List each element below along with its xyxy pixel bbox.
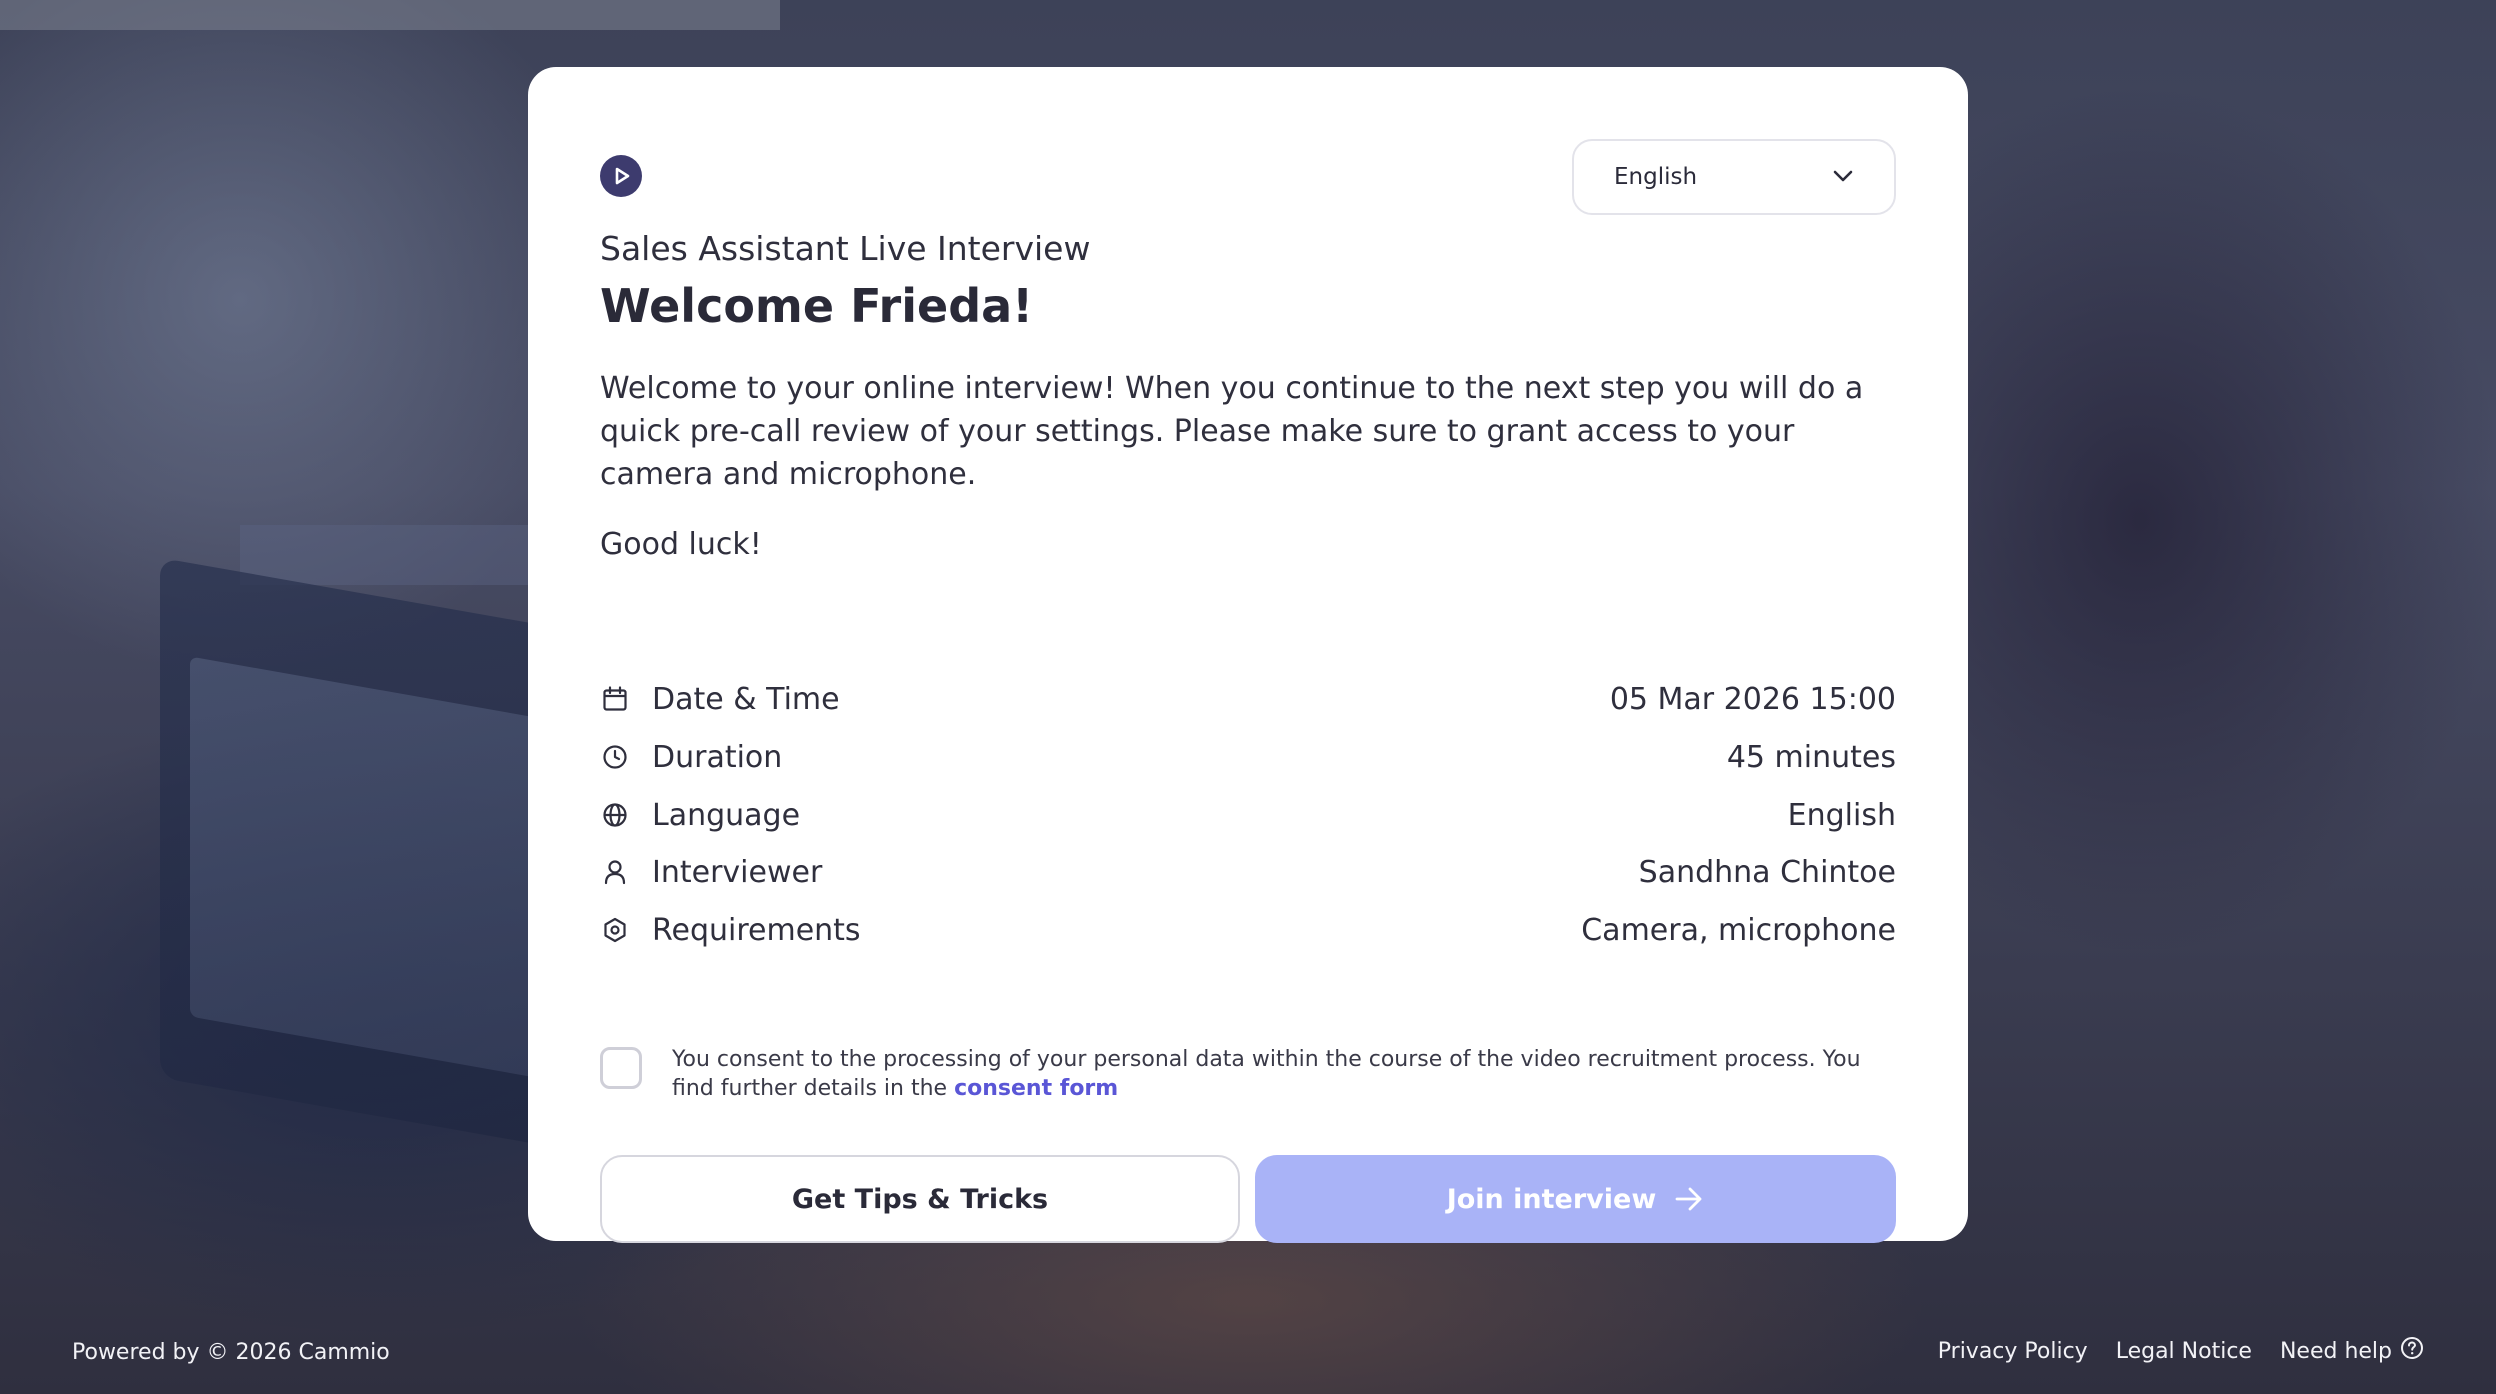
intro-text: Welcome to your online interview! When y…: [600, 371, 1864, 492]
arrow-right-icon: [1674, 1186, 1704, 1212]
footer-links: Privacy Policy Legal Notice Need help: [1938, 1336, 2424, 1366]
consent-checkbox[interactable]: [600, 1047, 642, 1089]
need-help-link[interactable]: Need help: [2280, 1336, 2424, 1366]
consent-text: You consent to the processing of your pe…: [672, 1045, 1872, 1103]
powered-by-text: Powered by © 2026 Cammio: [72, 1340, 390, 1365]
join-interview-button[interactable]: Join interview: [1255, 1155, 1896, 1243]
privacy-policy-link[interactable]: Privacy Policy: [1938, 1339, 2088, 1364]
chevron-down-icon: [1832, 168, 1854, 187]
globe-icon: [600, 800, 630, 830]
detail-value: 45 minutes: [1726, 739, 1896, 775]
need-help-label: Need help: [2279, 1338, 2392, 1364]
join-interview-button-label: Join interview: [1446, 1183, 1657, 1215]
legal-notice-link[interactable]: Legal Notice: [2116, 1339, 2252, 1364]
detail-row-language: Language English: [600, 793, 1896, 837]
background-laptop-screen: [190, 656, 570, 1084]
logo-play-icon: [600, 155, 642, 197]
page-title: Welcome Frieda!: [600, 279, 1034, 333]
good-luck-text: Good luck!: [600, 527, 762, 562]
detail-label: Duration: [652, 739, 783, 775]
language-select-value: English: [1614, 164, 1698, 190]
welcome-card: English Sales Assistant Live Interview W…: [528, 67, 1968, 1243]
detail-row-duration: Duration 45 minutes: [600, 735, 1896, 779]
hexagon-settings-icon: [600, 915, 630, 945]
detail-label: Requirements: [652, 912, 861, 948]
detail-row-date-time: Date & Time 05 Mar 2026 15:00: [600, 677, 1896, 721]
language-select[interactable]: English: [1572, 139, 1896, 215]
get-tips-button-label: Get Tips & Tricks: [791, 1183, 1049, 1215]
detail-label: Interviewer: [652, 854, 823, 890]
user-icon: [600, 857, 630, 887]
calendar-icon: [600, 684, 630, 714]
detail-row-interviewer: Interviewer Sandhna Chintoe: [600, 850, 1896, 894]
clock-icon: [600, 742, 630, 772]
detail-label: Language: [652, 797, 801, 833]
consent-text-body: You consent to the processing of your pe…: [672, 1047, 1861, 1101]
detail-value: 05 Mar 2026 15:00: [1609, 681, 1896, 717]
detail-label: Date & Time: [652, 681, 840, 717]
detail-value: English: [1787, 797, 1896, 833]
interview-subtitle: Sales Assistant Live Interview: [600, 229, 1091, 268]
question-circle-icon: [2400, 1336, 2424, 1366]
consent-form-link[interactable]: consent form: [954, 1076, 1118, 1101]
detail-value: Camera, microphone: [1581, 912, 1896, 948]
detail-value: Sandhna Chintoe: [1638, 854, 1896, 890]
detail-row-requirements: Requirements Camera, microphone: [600, 908, 1896, 952]
get-tips-button[interactable]: Get Tips & Tricks: [600, 1155, 1240, 1243]
background-window: [0, 0, 780, 30]
